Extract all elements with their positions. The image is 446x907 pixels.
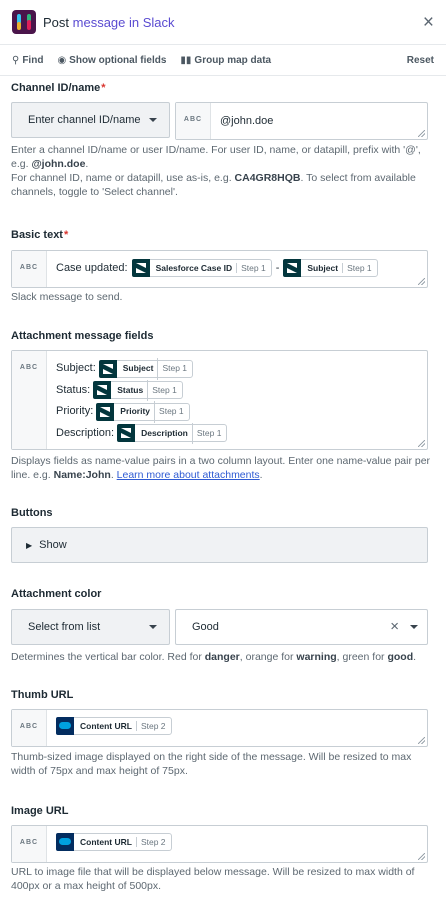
search-icon: ⚲ [12, 54, 20, 66]
buttons-show-toggle[interactable]: ▶ Show [11, 527, 428, 563]
datapill-field-value[interactable]: Description Step 1 [117, 422, 228, 444]
datapill-content-url[interactable]: Content URL Step 2 [56, 717, 172, 735]
thumb-url-label: Thumb URL [11, 689, 74, 701]
basic-text-label: Basic text* [11, 229, 69, 241]
type-badge: ABC [12, 826, 47, 862]
clear-icon[interactable]: × [390, 618, 399, 635]
resize-handle[interactable] [418, 130, 425, 137]
toolbar: ⚲ Find ◉ Show optional fields ▮▮ Group map … [0, 45, 446, 76]
eye-icon: ◉ [57, 54, 67, 66]
zendesk-icon [131, 259, 150, 277]
color-help: Determines the vertical bar color. Red f… [11, 651, 417, 663]
attachment-label: Attachment message fields [11, 330, 154, 342]
thumb-url-help: Thumb-sized image displayed on the right… [11, 751, 412, 777]
attachment-fields-input[interactable]: ABC Subject: Subject Step 1 Status: Status St… [11, 350, 428, 450]
field-name: Description: [56, 426, 115, 439]
basic-text-prefix: Case updated: [56, 262, 128, 274]
color-label: Attachment color [11, 588, 102, 600]
zendesk-icon [117, 424, 136, 443]
datapill-subject[interactable]: Subject Step 1 [283, 259, 378, 277]
resize-handle[interactable] [418, 853, 425, 860]
chevron-down-icon [149, 625, 157, 629]
attachment-row: Status: Status Step 1 [56, 379, 418, 401]
header-title: Post message in Slack [43, 14, 175, 30]
group-map-data-button[interactable]: ▮▮ Group map data [180, 55, 271, 66]
resize-handle[interactable] [418, 737, 425, 744]
datapill-field-value[interactable]: Status Step 1 [93, 379, 183, 401]
color-mode-dropdown[interactable]: Select from list [11, 609, 170, 645]
chevron-down-icon[interactable] [410, 625, 418, 629]
datapill-field-value[interactable]: Priority Step 1 [96, 401, 190, 423]
resize-handle[interactable] [418, 440, 425, 447]
color-value: Good [192, 621, 219, 633]
find-button[interactable]: ⚲ Find [12, 55, 43, 66]
datapill-content-url[interactable]: Content URL Step 2 [56, 833, 172, 851]
channel-label: Channel ID/name* [11, 82, 106, 94]
type-badge: ABC [12, 351, 47, 449]
color-select[interactable]: Good × [175, 609, 428, 645]
reset-button[interactable]: Reset [407, 55, 434, 66]
attachment-row: Description: Description Step 1 [56, 422, 418, 444]
slack-logo-icon [12, 10, 36, 34]
columns-icon: ▮▮ [180, 54, 192, 66]
basic-text-help: Slack message to send. [11, 291, 123, 303]
datapill-salesforce-case-id[interactable]: Salesforce Case ID Step 1 [131, 259, 272, 277]
zendesk-icon [93, 381, 112, 400]
image-url-help: URL to image file that will be displayed… [11, 866, 415, 892]
zendesk-icon [98, 359, 117, 378]
datapill-field-value[interactable]: Subject Step 1 [98, 358, 194, 380]
chevron-down-icon [149, 118, 157, 122]
attachment-row: Priority: Priority Step 1 [56, 401, 418, 423]
resize-handle[interactable] [418, 278, 425, 285]
zendesk-icon [96, 402, 115, 421]
learn-more-link[interactable]: Learn more about attachments [117, 469, 260, 481]
type-badge: ABC [12, 251, 47, 287]
channel-input[interactable]: ABC @john.doe [175, 102, 428, 140]
chevron-right-icon: ▶ [26, 540, 33, 550]
field-name: Subject: [56, 362, 96, 374]
show-optional-fields-button[interactable]: ◉ Show optional fields [57, 55, 166, 66]
close-button[interactable]: × [423, 13, 434, 32]
type-badge: ABC [176, 103, 211, 139]
salesforce-icon [56, 833, 74, 851]
thumb-url-input[interactable]: ABC Content URL Step 2 [11, 709, 428, 747]
buttons-label: Buttons [11, 507, 53, 519]
zendesk-icon [283, 259, 302, 277]
type-badge: ABC [12, 710, 47, 746]
channel-mode-dropdown[interactable]: Enter channel ID/name [11, 102, 170, 138]
header: Post message in Slack × [0, 0, 446, 45]
attachment-row: Subject: Subject Step 1 [56, 358, 418, 380]
channel-value[interactable]: @john.doe [211, 103, 427, 139]
field-name: Priority: [56, 405, 94, 417]
field-name: Status: [56, 383, 91, 396]
image-url-label: Image URL [11, 805, 69, 817]
basic-text-input[interactable]: ABC Case updated: Salesforce Case ID Step… [11, 250, 428, 288]
salesforce-icon [56, 717, 74, 735]
channel-help: Enter a channel ID/name or user ID/name.… [11, 144, 421, 198]
image-url-input[interactable]: ABC Content URL Step 2 [11, 825, 428, 863]
attachment-help: Displays fields as name-value pairs in a… [11, 455, 431, 481]
separator-text: - [275, 262, 280, 274]
